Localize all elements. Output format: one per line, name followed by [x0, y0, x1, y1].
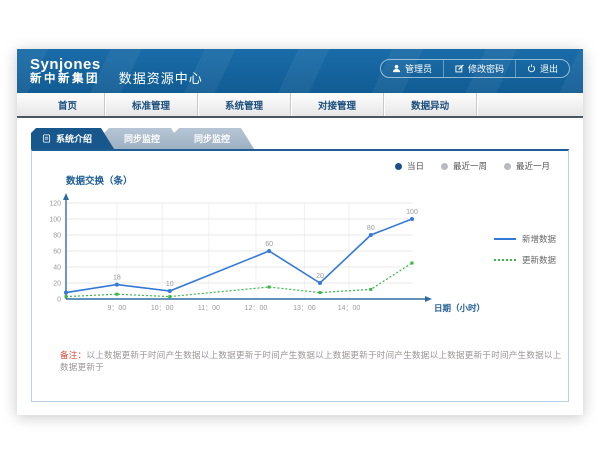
tab-system-intro[interactable]: 系统介绍 — [31, 128, 114, 149]
y-axis-title: 数据交换（条） — [66, 173, 568, 187]
document-icon — [42, 134, 51, 143]
radio-label: 最近一月 — [516, 160, 550, 172]
legend-item-new-data: 新增数据 — [494, 233, 556, 245]
tab-sync-monitor-2[interactable]: 同步监控 — [174, 128, 254, 149]
tabs: 系统介绍 同步监控 同步监控 — [31, 128, 569, 149]
radio-label: 最近一周 — [453, 160, 487, 172]
svg-text:40: 40 — [53, 265, 61, 272]
legend-label: 新增数据 — [522, 233, 556, 245]
chart-legend: 新增数据 更新数据 — [494, 233, 556, 325]
nav-item-data-changes[interactable]: 数据异动 — [384, 93, 477, 116]
logout-label: 退出 — [540, 62, 558, 75]
svg-text:80: 80 — [53, 233, 61, 240]
user-pill: 管理员 修改密码 退出 — [380, 59, 570, 78]
time-range-filter: 当日 最近一周 最近一月 — [395, 160, 550, 172]
app-window: Synjones 新中新集团 数据资源中心 管理员 修改密码 退出 — [17, 49, 583, 415]
radio-option-last-month[interactable]: 最近一月 — [504, 160, 550, 172]
power-icon — [527, 64, 536, 73]
svg-text:60: 60 — [265, 241, 273, 248]
legend-item-update-data: 更新数据 — [494, 254, 556, 266]
tab-label: 同步监控 — [194, 132, 230, 145]
page: Synjones 新中新集团 数据资源中心 管理员 修改密码 退出 — [0, 0, 600, 450]
svg-text:60: 60 — [53, 249, 61, 256]
logo-primary: Synjones — [30, 57, 101, 73]
nav-item-home[interactable]: 首页 — [31, 93, 105, 116]
svg-text:0: 0 — [57, 297, 61, 304]
exchange-chart-svg: 0 20 40 60 80 100 120 9：00 10：00 11：00 12：00 13：00 1… — [40, 191, 492, 325]
radio-option-today[interactable]: 当日 — [395, 160, 424, 172]
svg-text:100: 100 — [406, 209, 418, 216]
header: Synjones 新中新集团 数据资源中心 管理员 修改密码 退出 — [17, 49, 583, 93]
brand-logo: Synjones 新中新集团 — [30, 57, 101, 86]
app-title: 数据资源中心 — [119, 68, 203, 87]
logout-button[interactable]: 退出 — [515, 60, 569, 77]
svg-text:100: 100 — [49, 217, 61, 224]
navbar: 首页 标准管理 系统管理 对接管理 数据异动 — [17, 93, 583, 118]
svg-text:14：00: 14：00 — [338, 305, 361, 312]
svg-text:11：00: 11：00 — [198, 305, 220, 312]
tab-sync-monitor-1[interactable]: 同步监控 — [104, 128, 184, 149]
tab-label: 同步监控 — [124, 132, 160, 145]
svg-text:120: 120 — [49, 201, 61, 208]
nav-item-system-management[interactable]: 系统管理 — [198, 93, 291, 116]
nav-item-integration-management[interactable]: 对接管理 — [291, 93, 384, 116]
svg-text:20: 20 — [53, 281, 61, 288]
svg-text:10：00: 10：00 — [151, 305, 174, 312]
svg-text:18: 18 — [113, 275, 121, 282]
content: 系统介绍 同步监控 同步监控 当日 最近一周 — [17, 118, 583, 402]
svg-text:20: 20 — [316, 273, 324, 280]
svg-text:12：00: 12：00 — [245, 305, 268, 312]
footnote-prefix: 备注： — [60, 350, 86, 360]
nav-item-standard-management[interactable]: 标准管理 — [105, 93, 198, 116]
legend-swatch-new — [494, 238, 516, 240]
user-name-label: 管理员 — [405, 62, 432, 75]
edit-icon — [455, 64, 464, 73]
user-menu-button[interactable]: 管理员 — [381, 60, 443, 77]
radio-dot-icon — [441, 163, 448, 170]
svg-text:80: 80 — [367, 225, 375, 232]
footnote: 备注：以上数据更新于时间产生数据以上数据更新于时间产生数据以上数据更新于时间产生… — [60, 349, 568, 373]
person-icon — [392, 64, 401, 73]
chart-row: 0 20 40 60 80 100 120 9：00 10：00 11：00 12：00 13：00 1… — [32, 191, 568, 325]
change-password-button[interactable]: 修改密码 — [443, 60, 515, 77]
footnote-text: 以上数据更新于时间产生数据以上数据更新于时间产生数据以上数据更新于时间产生数据以… — [60, 350, 562, 372]
svg-text:13：00: 13：00 — [293, 305, 316, 312]
tab-label: 系统介绍 — [56, 132, 92, 145]
svg-text:9：00: 9：00 — [108, 305, 127, 312]
radio-dot-icon — [395, 163, 402, 170]
radio-dot-icon — [504, 163, 511, 170]
svg-text:日期（小时）: 日期（小时） — [434, 303, 485, 313]
radio-option-last-week[interactable]: 最近一周 — [441, 160, 487, 172]
legend-swatch-update — [494, 259, 516, 261]
logo-secondary: 新中新集团 — [30, 73, 101, 85]
chart-panel: 当日 最近一周 最近一月 数据交换（条） 0 20 40 60 80 100 120 9：00… — [31, 149, 569, 402]
change-password-label: 修改密码 — [468, 62, 504, 75]
radio-label: 当日 — [407, 160, 424, 172]
legend-label: 更新数据 — [522, 254, 556, 266]
svg-text:10: 10 — [166, 281, 174, 288]
